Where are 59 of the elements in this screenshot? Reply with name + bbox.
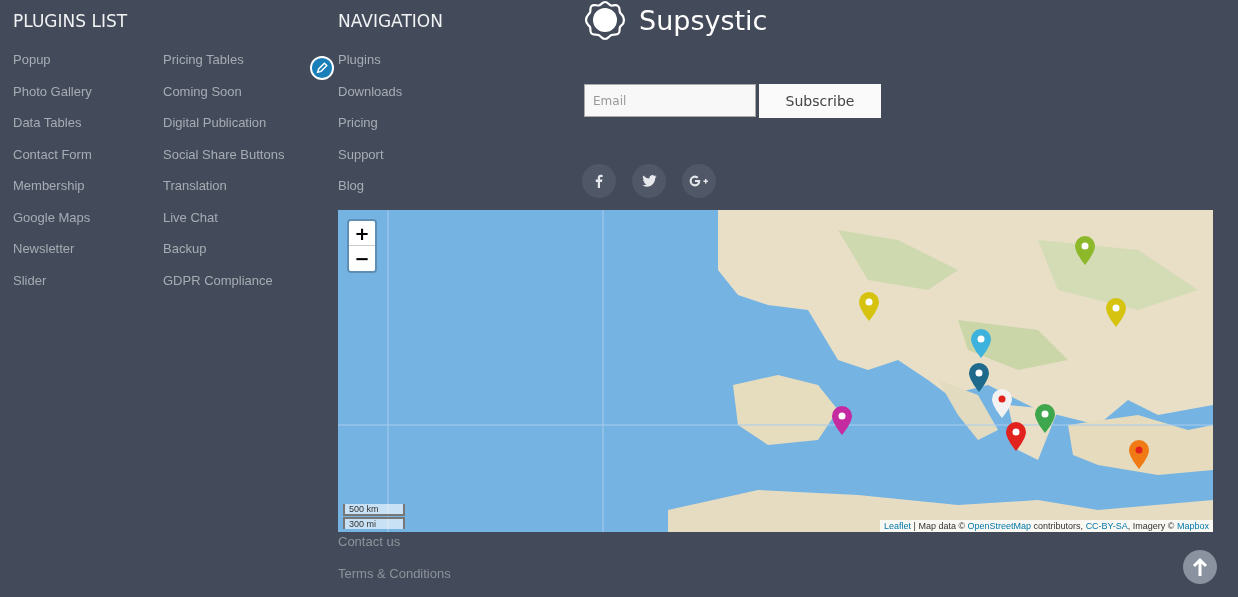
- map-marker-icon[interactable]: [858, 290, 880, 322]
- footer-link[interactable]: GDPR Compliance: [163, 272, 273, 288]
- map-marker-icon[interactable]: [1105, 296, 1127, 328]
- attribution-link[interactable]: OpenStreetMap: [967, 521, 1032, 531]
- email-field[interactable]: Email: [584, 84, 756, 117]
- footer-link[interactable]: Contact us: [338, 534, 401, 549]
- map-marker-icon[interactable]: [831, 404, 853, 436]
- footer-link[interactable]: Data Tables: [13, 115, 82, 130]
- zoom-out-button[interactable]: −: [349, 245, 375, 271]
- map-marker-icon[interactable]: [968, 361, 990, 393]
- pencil-icon[interactable]: [310, 56, 334, 80]
- footer-link[interactable]: Pricing: [338, 115, 378, 130]
- footer-link[interactable]: Backup: [163, 241, 207, 256]
- footer-link[interactable]: Contact Form: [13, 146, 92, 162]
- subscribe-button[interactable]: Subscribe: [759, 84, 881, 118]
- footer-link[interactable]: Pricing Tables: [163, 52, 244, 67]
- footer-link[interactable]: Newsletter: [13, 241, 75, 256]
- attribution-link[interactable]: CC-BY-SA: [1085, 521, 1128, 531]
- footer-link[interactable]: Blog: [338, 178, 365, 193]
- footer-link[interactable]: Downloads: [338, 83, 403, 99]
- attribution-text: | Map data ©: [912, 521, 967, 531]
- map-marker-icon[interactable]: [1005, 420, 1027, 452]
- map-marker-icon[interactable]: [991, 387, 1013, 419]
- section-heading: PLUGINS LIST: [13, 10, 129, 31]
- attribution-link[interactable]: Mapbox: [1176, 521, 1209, 531]
- footer-link[interactable]: Social Share Buttons: [163, 146, 285, 162]
- map-marker-icon[interactable]: [970, 327, 992, 359]
- map-marker-icon[interactable]: [1074, 234, 1096, 266]
- social-button[interactable]: [682, 164, 716, 198]
- footer-link[interactable]: Membership: [13, 178, 85, 193]
- map-marker-icon[interactable]: [1034, 402, 1056, 434]
- map-marker-icon[interactable]: [1128, 438, 1150, 470]
- footer-link[interactable]: Plugins: [338, 52, 381, 67]
- footer-link[interactable]: Slider: [13, 272, 47, 288]
- footer-link[interactable]: Translation: [163, 178, 227, 193]
- section-heading: NAVIGATION: [338, 10, 444, 31]
- social-button[interactable]: [582, 164, 616, 198]
- attribution-link[interactable]: Leaflet: [884, 521, 912, 531]
- brand-name: Supsystic: [639, 4, 768, 36]
- social-button[interactable]: [632, 164, 666, 198]
- footer-link[interactable]: Terms & Conditions: [338, 565, 451, 581]
- scale-bar: 300 mi: [343, 517, 405, 529]
- zoom-in-button[interactable]: +: [349, 220, 375, 246]
- bird-icon: [641, 175, 657, 187]
- up-arrow-icon: [1192, 557, 1208, 577]
- attribution-text: , Imagery ©: [1127, 521, 1176, 531]
- footer-link[interactable]: Popup: [13, 52, 51, 67]
- attribution-text: contributors,: [1032, 521, 1085, 531]
- facebook-icon: [595, 174, 603, 188]
- footer-link[interactable]: Digital Publication: [163, 115, 267, 130]
- scroll-to-top-button[interactable]: [1183, 550, 1217, 584]
- footer-link[interactable]: Coming Soon: [163, 83, 242, 99]
- footer-link[interactable]: Photo Gallery: [13, 83, 92, 99]
- footer-link[interactable]: Live Chat: [163, 209, 218, 225]
- google-plus-icon: [689, 175, 709, 187]
- gear-logo-icon: [584, 0, 626, 41]
- footer-link[interactable]: Google Maps: [13, 209, 91, 225]
- footer-link[interactable]: Support: [338, 146, 384, 162]
- scale-bar: 500 km: [343, 504, 405, 516]
